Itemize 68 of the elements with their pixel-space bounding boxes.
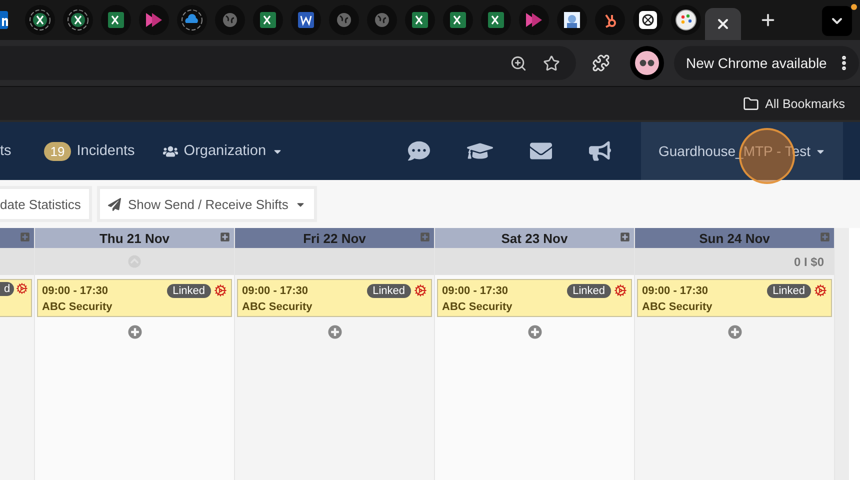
add-shift-icon[interactable] [528,325,542,339]
notification-dot [851,4,857,10]
spreadsheet-icon [108,12,124,28]
add-shift-icon[interactable] [328,325,342,339]
day-summary: 0 I $0 [794,254,824,268]
close-icon[interactable] [715,16,731,32]
browser-tab[interactable] [705,8,741,40]
profile-avatar[interactable] [630,46,664,80]
tab-search-button[interactable] [822,6,852,36]
gear-icon[interactable] [214,284,227,297]
update-button[interactable]: New Chrome available [674,46,859,80]
extensions-icon[interactable] [592,54,610,72]
spreadsheet-sync-icon [67,9,89,31]
globe-icon [375,13,389,27]
chat-icon[interactable] [408,140,430,162]
gear-icon[interactable] [16,282,28,295]
shift-card[interactable]: d [0,279,32,317]
new-tab-icon[interactable] [759,11,777,29]
portrait-icon [564,12,580,28]
shift-card[interactable]: 09:00 - 17:30 Linked ABC Security [437,279,632,317]
day-header: Sun 24 Nov [635,228,834,248]
zoom-icon[interactable] [510,54,527,72]
add-day-icon[interactable] [220,232,230,242]
send-icon [108,198,121,210]
shift-card[interactable]: 09:00 - 17:30 Linked ABC Security [37,279,232,317]
globe-icon [337,13,351,27]
globe-icon [223,13,237,27]
day-header: Fri 22 Nov [235,228,434,248]
day-header: Thu 21 Nov [35,228,234,248]
incidents-link[interactable]: 19 Incidents [44,142,135,160]
organization-menu[interactable]: Organization [162,143,284,159]
add-day-icon[interactable] [620,232,630,242]
gear-icon[interactable] [814,284,827,297]
mail-icon[interactable] [530,140,552,162]
status-badge: Linked [766,284,811,298]
status-badge: Linked [366,284,411,298]
bookmark-star-icon[interactable] [543,54,560,72]
status-badge: d [0,282,14,296]
status-badge: Linked [566,284,611,298]
nav-item[interactable]: ts [0,143,12,159]
bookmarks-folder[interactable]: All Bookmarks [743,96,845,112]
users-icon [162,144,178,158]
shift-card[interactable]: 09:00 - 17:30 Linked ABC Security [637,279,832,317]
play-icon [146,13,162,27]
count-badge: 19 [44,142,71,160]
document-icon [298,12,314,28]
toolbar-button[interactable]: date Statistics [0,189,89,219]
spreadsheet-icon [260,12,276,28]
scrollbar-track[interactable] [835,228,849,480]
add-shift-icon[interactable] [728,325,742,339]
add-shift-icon[interactable] [128,325,142,339]
day-header: Sat 23 Nov [435,228,634,248]
megaphone-icon[interactable] [589,140,611,162]
folder-icon [743,96,760,112]
spreadsheet-icon [450,12,466,28]
sprocket-icon [603,12,617,28]
glasses-avatar-icon [635,51,659,75]
spreadsheet-sync-icon [29,9,51,31]
shift-card[interactable]: 09:00 - 17:30 Linked ABC Security [237,279,432,317]
toolbar-button[interactable]: Show Send / Receive Shifts [100,189,314,219]
spreadsheet-icon [412,12,428,28]
cloud-icon [181,9,203,31]
play-icon [526,13,542,27]
status-badge: Linked [166,284,211,298]
gear-icon[interactable] [414,284,427,297]
spreadsheet-icon [488,12,504,28]
palette-icon [675,9,697,31]
gear-icon[interactable] [614,284,627,297]
